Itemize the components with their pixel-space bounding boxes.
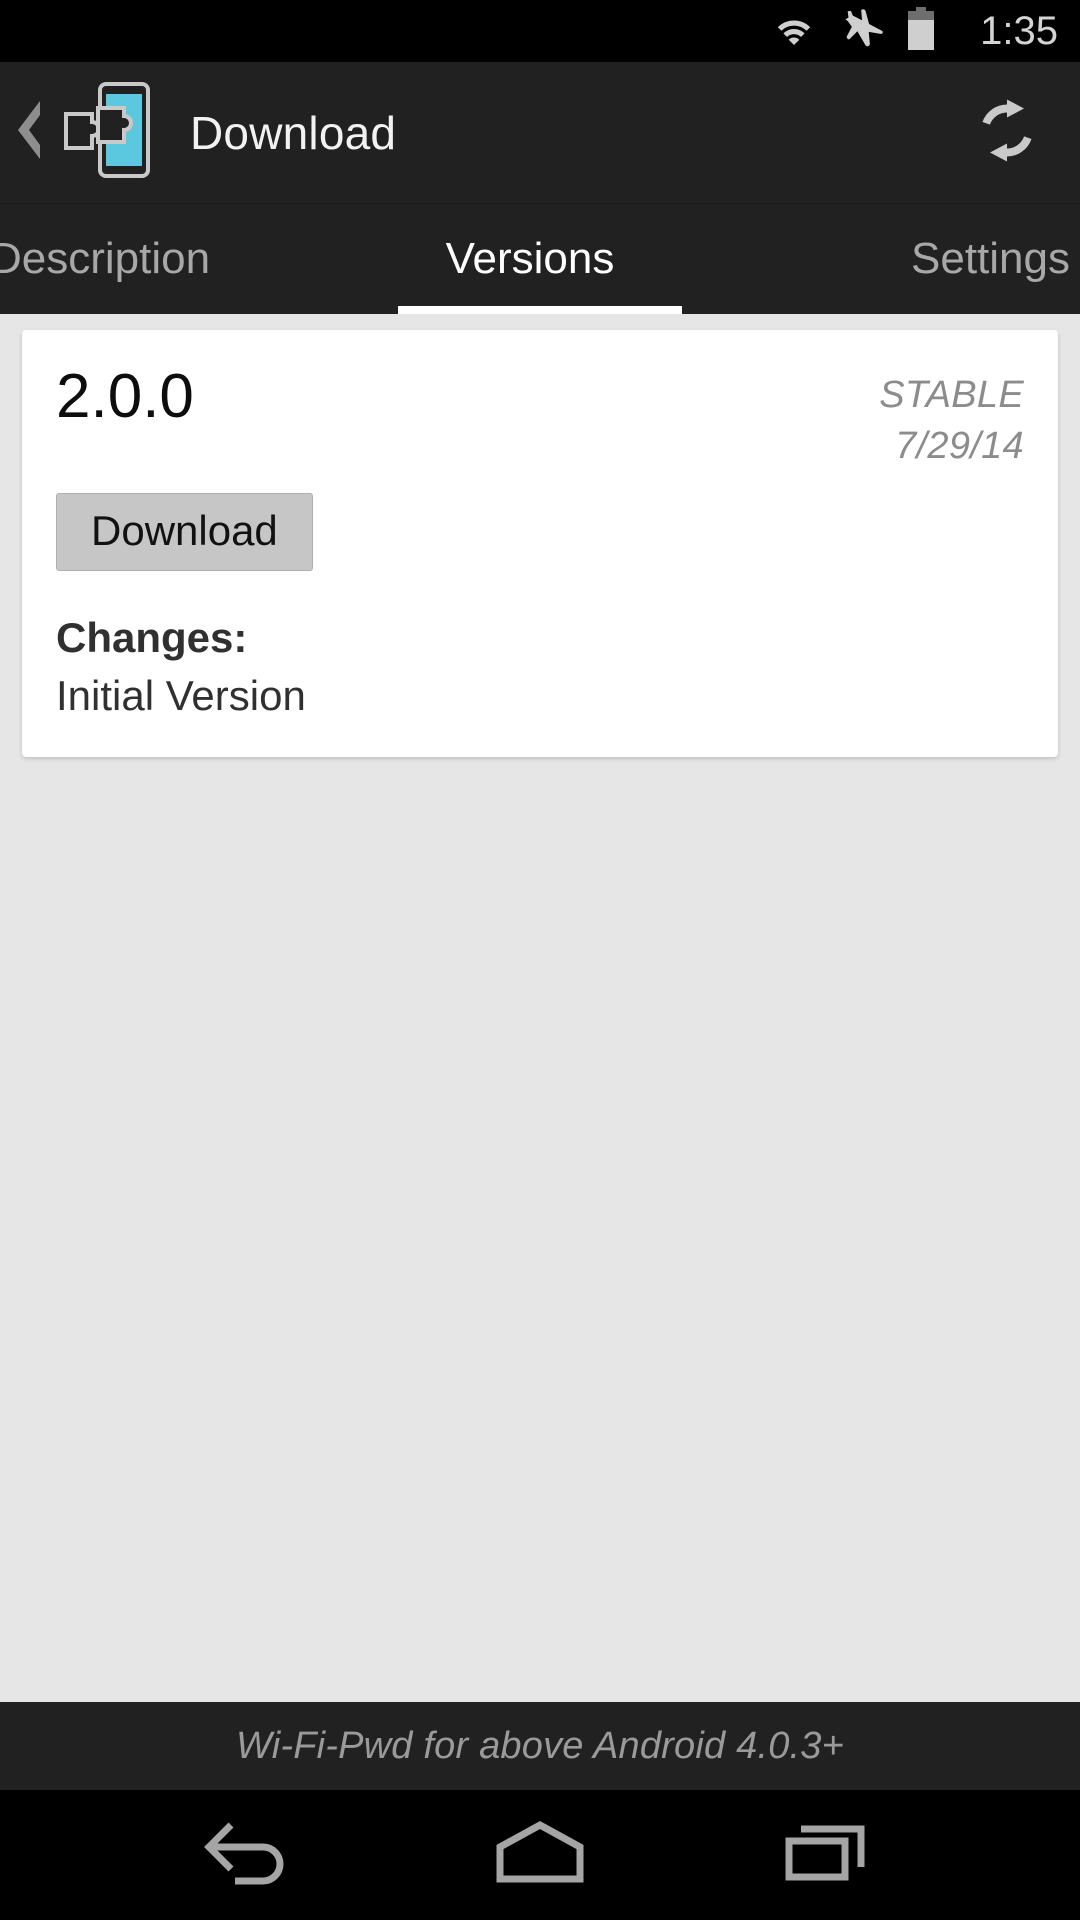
changes-label: Changes: bbox=[56, 613, 248, 661]
version-release-date: 7/29/14 bbox=[895, 425, 1024, 468]
nav-home-icon bbox=[492, 1817, 588, 1894]
up-navigation-button[interactable] bbox=[0, 62, 154, 203]
version-card-header: 2.0.0 STABLE 7/29/14 bbox=[56, 364, 1024, 473]
status-bar-clock: 1:35 bbox=[980, 9, 1058, 53]
footer-module-name: Wi-Fi-Pwd for above Android 4.0.3+ bbox=[235, 1724, 845, 1767]
wifi-icon bbox=[770, 10, 818, 53]
version-number: 2.0.0 bbox=[56, 362, 194, 431]
download-button[interactable]: Download bbox=[56, 492, 313, 571]
back-chevron-icon bbox=[10, 97, 50, 168]
footer-bar: Wi-Fi-Pwd for above Android 4.0.3+ bbox=[0, 1702, 1080, 1790]
action-bar: Download bbox=[0, 62, 1080, 262]
system-navigation-bar bbox=[0, 1790, 1080, 1920]
tab-description[interactable]: Description bbox=[0, 204, 388, 314]
nav-back-button[interactable] bbox=[183, 1790, 323, 1920]
versions-list: 2.0.0 STABLE 7/29/14 Download Changes: I… bbox=[0, 314, 1080, 1702]
refresh-icon[interactable] bbox=[968, 91, 1046, 174]
tab-versions[interactable]: Versions bbox=[388, 204, 672, 314]
version-card[interactable]: 2.0.0 STABLE 7/29/14 Download Changes: I… bbox=[22, 330, 1058, 758]
page-title: Download bbox=[190, 106, 397, 159]
nav-home-button[interactable] bbox=[470, 1790, 610, 1920]
tab-versions-label: Versions bbox=[445, 234, 615, 283]
tab-active-indicator bbox=[398, 306, 682, 314]
battery-icon bbox=[906, 6, 936, 56]
status-bar: 1:35 bbox=[0, 0, 1080, 62]
version-meta: STABLE 7/29/14 bbox=[879, 364, 1024, 473]
nav-recents-icon bbox=[781, 1817, 873, 1894]
changes-text: Initial Version bbox=[56, 671, 306, 719]
xposed-app-icon bbox=[54, 76, 154, 189]
tab-settings[interactable]: Settings bbox=[672, 204, 1070, 314]
tab-description-label: Description bbox=[0, 234, 211, 283]
tab-bar: Description Versions Settings bbox=[0, 204, 1080, 314]
nav-back-icon bbox=[201, 1817, 305, 1894]
android-screen: 1:35 Download Description Versions Setti… bbox=[0, 0, 1080, 1920]
version-branch-badge: STABLE bbox=[879, 374, 1024, 416]
airplane-mode-icon bbox=[840, 8, 884, 55]
tab-settings-label: Settings bbox=[911, 234, 1070, 283]
nav-recents-button[interactable] bbox=[757, 1790, 897, 1920]
status-icons: 1:35 bbox=[770, 6, 1058, 56]
